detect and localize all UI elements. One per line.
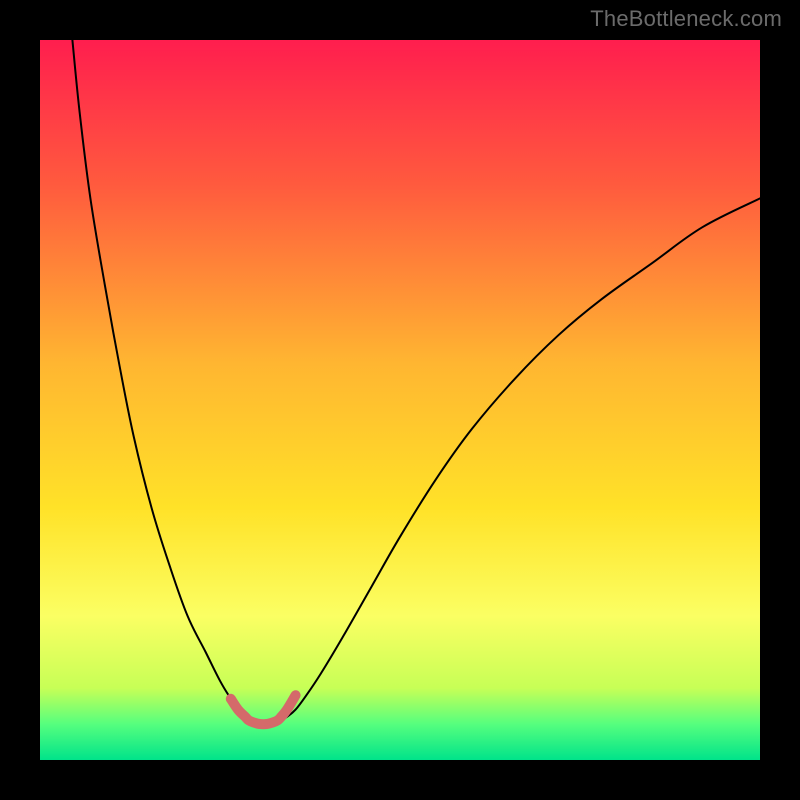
attribution-text: TheBottleneck.com [590, 6, 782, 32]
bottleneck-chart [40, 40, 760, 760]
gradient-background [40, 40, 760, 760]
plot-area [40, 40, 760, 760]
chart-frame: TheBottleneck.com [0, 0, 800, 800]
